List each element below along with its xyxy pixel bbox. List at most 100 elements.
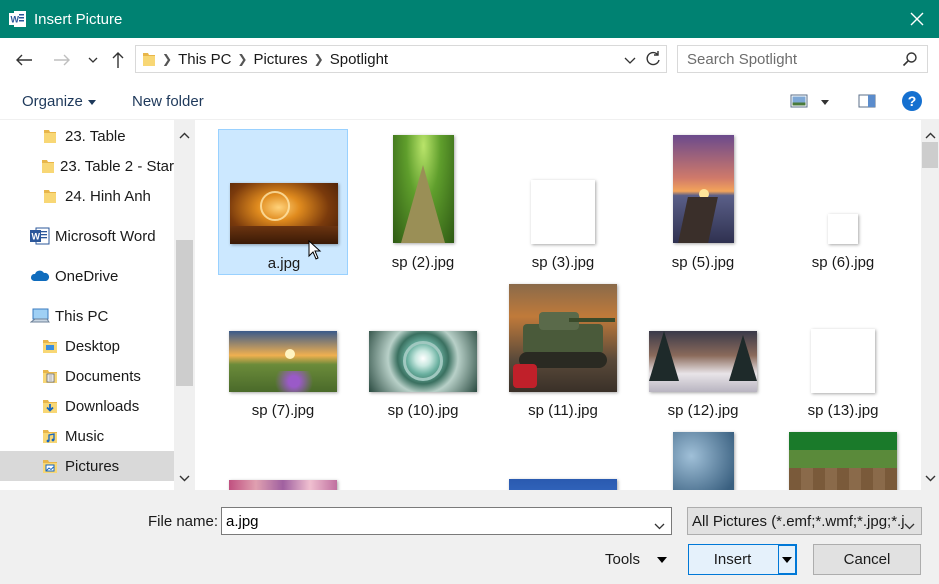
sidebar-item-music[interactable]: Music xyxy=(0,421,174,451)
file-name-label: File name: xyxy=(148,513,219,530)
preview-pane-icon xyxy=(858,94,876,108)
search-input[interactable] xyxy=(687,46,897,72)
sidebar-item-partial[interactable] xyxy=(0,481,174,490)
breadcrumb-separator: ❯ xyxy=(237,52,248,66)
image-thumbnail xyxy=(369,331,477,392)
view-options-caret-icon[interactable] xyxy=(821,100,829,105)
sidebar-item-label: 24. Hinh Anh xyxy=(65,187,151,205)
sidebar-item-23-table-2[interactable]: 23. Table 2 - Star xyxy=(0,151,174,181)
file-item-sp-2-jpg[interactable]: sp (2).jpg xyxy=(358,129,488,275)
music-folder-icon xyxy=(40,427,60,445)
sidebar-item-24-hinh-anh[interactable]: 24. Hinh Anh xyxy=(0,181,174,211)
image-thumbnail xyxy=(789,432,897,490)
documents-folder-icon xyxy=(40,367,60,385)
up-button[interactable] xyxy=(106,48,130,72)
image-thumbnail xyxy=(672,432,734,490)
sidebar-item-documents[interactable]: Documents xyxy=(0,361,174,391)
sidebar-item-label: Music xyxy=(65,427,105,445)
folder-icon xyxy=(40,157,55,175)
breadcrumb-item-pictures[interactable]: Pictures xyxy=(253,51,307,68)
organize-button[interactable]: Organize xyxy=(22,93,96,110)
file-item-sp-10-jpg[interactable]: sp (10).jpg xyxy=(358,280,488,426)
back-arrow-icon xyxy=(16,54,32,66)
change-view-button[interactable] xyxy=(790,94,808,112)
sidebar-item-23-table[interactable]: 23. Table xyxy=(0,121,174,151)
sidebar-item-onedrive[interactable]: OneDrive xyxy=(0,261,174,291)
scrollbar-thumb[interactable] xyxy=(176,240,193,386)
search-icon[interactable] xyxy=(902,51,918,71)
address-dropdown-button[interactable] xyxy=(624,52,636,69)
pictures-folder-icon xyxy=(40,457,60,475)
sidebar-item-microsoft-word[interactable]: W Microsoft Word xyxy=(0,221,174,251)
file-item-sp-5-jpg[interactable]: sp (5).jpg xyxy=(638,129,768,275)
file-item-sp-11-jpg[interactable]: sp (11).jpg xyxy=(498,280,628,426)
file-name-label: sp (6).jpg xyxy=(811,254,875,271)
file-item-sp-13-jpg[interactable]: sp (13).jpg xyxy=(778,280,908,426)
insert-button[interactable]: Insert xyxy=(688,544,797,575)
preview-pane-button[interactable] xyxy=(858,94,876,112)
caret-down-icon xyxy=(87,99,96,105)
file-name-label: sp (10).jpg xyxy=(387,402,459,419)
breadcrumb-item-this-pc[interactable]: This PC xyxy=(178,51,231,68)
tools-caret-icon[interactable] xyxy=(657,557,667,563)
file-type-filter-value: All Pictures (*.emf;*.wmf;*.jpg;*.j xyxy=(692,513,905,530)
scroll-up-icon[interactable] xyxy=(925,126,936,143)
back-button[interactable] xyxy=(12,48,36,72)
sidebar-item-desktop[interactable]: Desktop xyxy=(0,331,174,361)
sidebar-item-downloads[interactable]: Downloads xyxy=(0,391,174,421)
recent-locations-button[interactable] xyxy=(81,48,105,72)
scrollbar-thumb[interactable] xyxy=(922,142,938,168)
file-item-sp-12-jpg[interactable]: sp (12).jpg xyxy=(638,280,768,426)
svg-text:W: W xyxy=(32,232,41,242)
image-thumbnail xyxy=(229,331,337,392)
sidebar-item-pictures[interactable]: Pictures xyxy=(0,451,174,481)
help-button[interactable]: ? xyxy=(902,91,922,115)
onedrive-icon xyxy=(30,267,50,285)
navigation-bar: ❯ This PC ❯ Pictures ❯ Spotlight xyxy=(0,38,939,82)
refresh-button[interactable] xyxy=(644,50,662,72)
scroll-down-icon[interactable] xyxy=(925,469,936,486)
file-item-partial[interactable] xyxy=(218,430,348,490)
file-item-partial[interactable] xyxy=(638,430,768,490)
file-item-partial[interactable] xyxy=(778,430,908,490)
help-label: ? xyxy=(908,93,917,109)
file-name-combobox[interactable] xyxy=(221,507,672,535)
svg-text:W: W xyxy=(11,15,20,25)
file-item-sp-6-jpg[interactable]: sp (6).jpg xyxy=(778,129,908,275)
image-thumbnail xyxy=(828,214,858,244)
new-folder-button[interactable]: New folder xyxy=(132,93,204,110)
title-bar: W Insert Picture xyxy=(0,0,939,38)
window-title: Insert Picture xyxy=(34,10,123,28)
sidebar-item-this-pc[interactable]: This PC xyxy=(0,301,174,331)
sidebar-item-label: Microsoft Word xyxy=(55,227,156,245)
view-thumbnail-icon xyxy=(790,94,808,108)
refresh-icon xyxy=(646,51,660,66)
file-item-sp-7-jpg[interactable]: sp (7).jpg xyxy=(218,280,348,426)
close-icon xyxy=(910,12,924,26)
breadcrumb-item-spotlight[interactable]: Spotlight xyxy=(330,51,388,68)
address-bar[interactable]: ❯ This PC ❯ Pictures ❯ Spotlight xyxy=(135,45,667,73)
image-thumbnail xyxy=(229,480,337,490)
file-item-partial[interactable] xyxy=(498,430,628,490)
word-icon: W xyxy=(30,227,50,245)
file-type-filter-select[interactable]: All Pictures (*.emf;*.wmf;*.jpg;*.j xyxy=(687,507,922,535)
search-box[interactable] xyxy=(677,45,928,73)
file-name-dropdown-button[interactable] xyxy=(654,517,665,534)
help-icon: ? xyxy=(902,91,922,111)
scroll-down-icon[interactable] xyxy=(179,469,190,486)
file-list-scrollbar[interactable] xyxy=(921,120,939,490)
sidebar-item-label: 23. Table 2 - Star xyxy=(60,157,174,175)
cancel-button[interactable]: Cancel xyxy=(813,544,921,575)
tools-button[interactable]: Tools xyxy=(605,551,640,568)
sidebar-item-label: 23. Table xyxy=(65,127,126,145)
file-name-input[interactable] xyxy=(222,508,642,534)
sidebar-item-label: This PC xyxy=(55,307,109,325)
scroll-up-icon[interactable] xyxy=(179,126,190,143)
chevron-down-icon xyxy=(88,57,98,63)
organize-label: Organize xyxy=(22,93,83,110)
file-item-a-jpg[interactable]: a.jpg xyxy=(218,129,348,275)
close-button[interactable] xyxy=(895,0,939,38)
forward-button[interactable] xyxy=(50,48,74,72)
file-item-sp-3-jpg[interactable]: sp (3).jpg xyxy=(498,129,628,275)
navigation-pane-scrollbar[interactable] xyxy=(174,120,195,490)
